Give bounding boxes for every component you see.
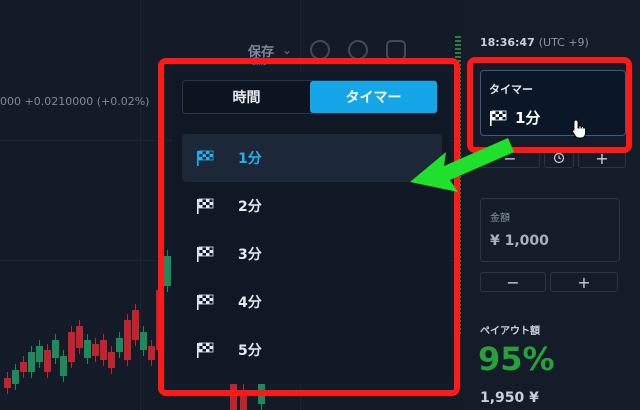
- candle: [36, 346, 43, 362]
- candle: [68, 332, 75, 362]
- timer-plus-button[interactable]: +: [578, 148, 626, 168]
- camera-icon[interactable]: [386, 40, 407, 60]
- payout-percent: 95%: [478, 340, 555, 378]
- candle: [156, 290, 163, 350]
- checkered-flag-icon: [489, 110, 507, 126]
- amount-title: 金額: [490, 213, 510, 224]
- duration-option-1[interactable]: 1分: [182, 134, 442, 182]
- candle: [20, 362, 27, 372]
- tab-time[interactable]: 時間: [183, 81, 310, 113]
- candle: [60, 356, 67, 376]
- candle: [100, 340, 107, 360]
- drawing-icon[interactable]: [348, 40, 369, 60]
- amount-value: ¥ 1,000: [490, 233, 549, 249]
- payout-title: ペイアウト額: [480, 326, 540, 337]
- timer-title: タイマー: [489, 83, 533, 96]
- price-change: +0.0210000 (+0.02%): [24, 95, 150, 108]
- amount-plus-button[interactable]: +: [550, 272, 618, 292]
- tab-timer[interactable]: タイマー: [310, 81, 437, 113]
- indicator-icon[interactable]: [310, 40, 331, 60]
- chart-toolbar: 保存 保存 ⌄: [248, 40, 407, 66]
- duration-option-5[interactable]: 5分: [182, 326, 442, 374]
- chevron-down-icon[interactable]: ⌄: [282, 43, 292, 57]
- amount-stepper: − +: [480, 272, 618, 292]
- mode-toggle: 時間 タイマー: [182, 80, 438, 114]
- candle: [140, 332, 147, 350]
- candle: [12, 370, 19, 384]
- candle: [4, 378, 11, 388]
- duration-option-4[interactable]: 4分: [182, 278, 442, 326]
- candle: [92, 344, 99, 356]
- duration-option-3[interactable]: 3分: [182, 230, 442, 278]
- candle: [76, 326, 83, 348]
- candle: [230, 384, 237, 410]
- candle: [52, 340, 59, 358]
- candle: [148, 346, 155, 360]
- timer-dropdown: 時間 タイマー 1分 2分 3分 4分 5分: [172, 72, 449, 384]
- timer-value: 1分: [489, 107, 540, 128]
- duration-label: 3分: [238, 247, 262, 263]
- arrow-annotation-icon: [410, 138, 514, 192]
- save-button[interactable]: 保存 保存: [248, 41, 274, 66]
- price-readout: 000 +0.0210000 (+0.02%): [0, 95, 150, 108]
- duration-label: 1分: [238, 151, 262, 167]
- duration-label: 4分: [238, 295, 262, 311]
- server-clock: 18:36:47 (UTC +9): [480, 36, 589, 49]
- candle: [108, 352, 115, 368]
- checkered-flag-icon: [196, 150, 214, 166]
- save-sublabel: 保存: [252, 56, 268, 66]
- candle: [124, 320, 131, 360]
- candle: [84, 340, 91, 358]
- duration-option-2[interactable]: 2分: [182, 182, 442, 230]
- candle: [164, 256, 171, 286]
- checkered-flag-icon: [196, 294, 214, 310]
- checkered-flag-icon: [196, 246, 214, 262]
- amount-minus-button[interactable]: −: [480, 272, 546, 292]
- candle: [28, 352, 35, 372]
- amount-field[interactable]: 金額 ¥ 1,000: [480, 198, 620, 262]
- candle: [44, 350, 51, 372]
- duration-label: 5分: [238, 343, 262, 359]
- checkered-flag-icon: [196, 198, 214, 214]
- duration-list: 1分 2分 3分 4分 5分: [182, 134, 442, 374]
- clock-icon[interactable]: [544, 148, 574, 168]
- candle: [116, 338, 123, 352]
- candle: [258, 384, 265, 404]
- duration-label: 2分: [238, 199, 262, 215]
- payout-amount: 1,950 ¥: [480, 390, 539, 406]
- candle: [132, 310, 139, 340]
- timezone-label: (UTC +9): [538, 36, 589, 49]
- candle: [240, 390, 247, 410]
- hand-cursor-icon: [571, 119, 586, 139]
- checkered-flag-icon: [196, 342, 214, 358]
